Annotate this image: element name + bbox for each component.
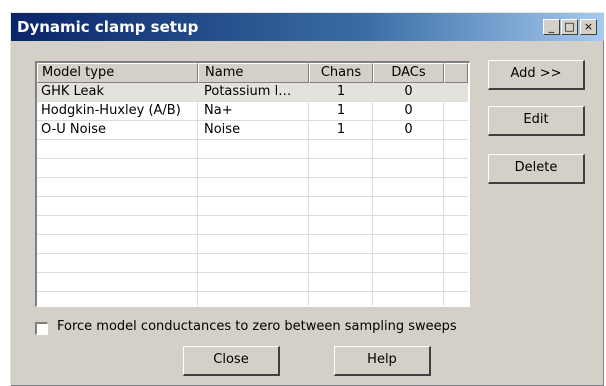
cell-name: Noise — [204, 122, 241, 137]
cell-model-type: GHK Leak — [41, 84, 105, 99]
empty-table-row[interactable] — [37, 254, 468, 273]
window-title: Dynamic clamp setup — [17, 18, 199, 36]
add-button[interactable]: Add >> — [488, 60, 585, 90]
empty-table-row[interactable] — [37, 159, 468, 178]
empty-table-row[interactable] — [37, 140, 468, 159]
table-row[interactable]: GHK Leak Potassium l… 1 0 — [37, 83, 468, 102]
cell-dacs: 0 — [404, 103, 413, 118]
cell-name: Na+ — [204, 103, 233, 118]
empty-table-row[interactable] — [37, 273, 468, 292]
maximize-button[interactable]: □ — [561, 19, 578, 35]
cell-model-type: Hodgkin-Huxley (A/B) — [41, 103, 181, 118]
cell-chans: 1 — [336, 84, 346, 99]
cell-chans: 1 — [336, 103, 346, 118]
force-zero-label: Force model conductances to zero between… — [57, 319, 457, 334]
cell-dacs: 0 — [404, 84, 413, 99]
column-header-name[interactable]: Name — [198, 63, 309, 83]
close-window-button[interactable]: × — [580, 19, 597, 35]
cell-model-type: O-U Noise — [41, 122, 106, 137]
dialog-window: Dynamic clamp setup _ □ × Model type Nam… — [10, 12, 604, 386]
cell-dacs: 0 — [404, 122, 413, 137]
empty-table-row[interactable] — [37, 178, 468, 197]
force-zero-checkbox[interactable] — [35, 322, 48, 335]
table-row[interactable]: Hodgkin-Huxley (A/B) Na+ 1 0 — [37, 102, 468, 121]
empty-table-row[interactable] — [37, 292, 468, 306]
column-header-model-type[interactable]: Model type — [37, 63, 198, 83]
column-header-dacs[interactable]: DACs — [373, 63, 444, 83]
empty-table-row[interactable] — [37, 197, 468, 216]
empty-table-row[interactable] — [37, 235, 468, 254]
cell-chans: 1 — [336, 122, 346, 137]
column-header-empty — [444, 63, 468, 83]
title-bar[interactable]: Dynamic clamp setup _ □ × — [11, 13, 604, 41]
minimize-button[interactable]: _ — [543, 19, 560, 35]
edit-button[interactable]: Edit — [488, 106, 585, 136]
model-list[interactable]: Model type Name Chans DACs GHK Leak Potas… — [35, 61, 470, 307]
cell-name: Potassium l… — [204, 84, 292, 99]
close-button[interactable]: Close — [183, 346, 280, 376]
delete-button[interactable]: Delete — [488, 154, 585, 184]
table-row[interactable]: O-U Noise Noise 1 0 — [37, 121, 468, 140]
empty-table-row[interactable] — [37, 216, 468, 235]
help-button[interactable]: Help — [334, 346, 431, 376]
column-header-chans[interactable]: Chans — [309, 63, 373, 83]
